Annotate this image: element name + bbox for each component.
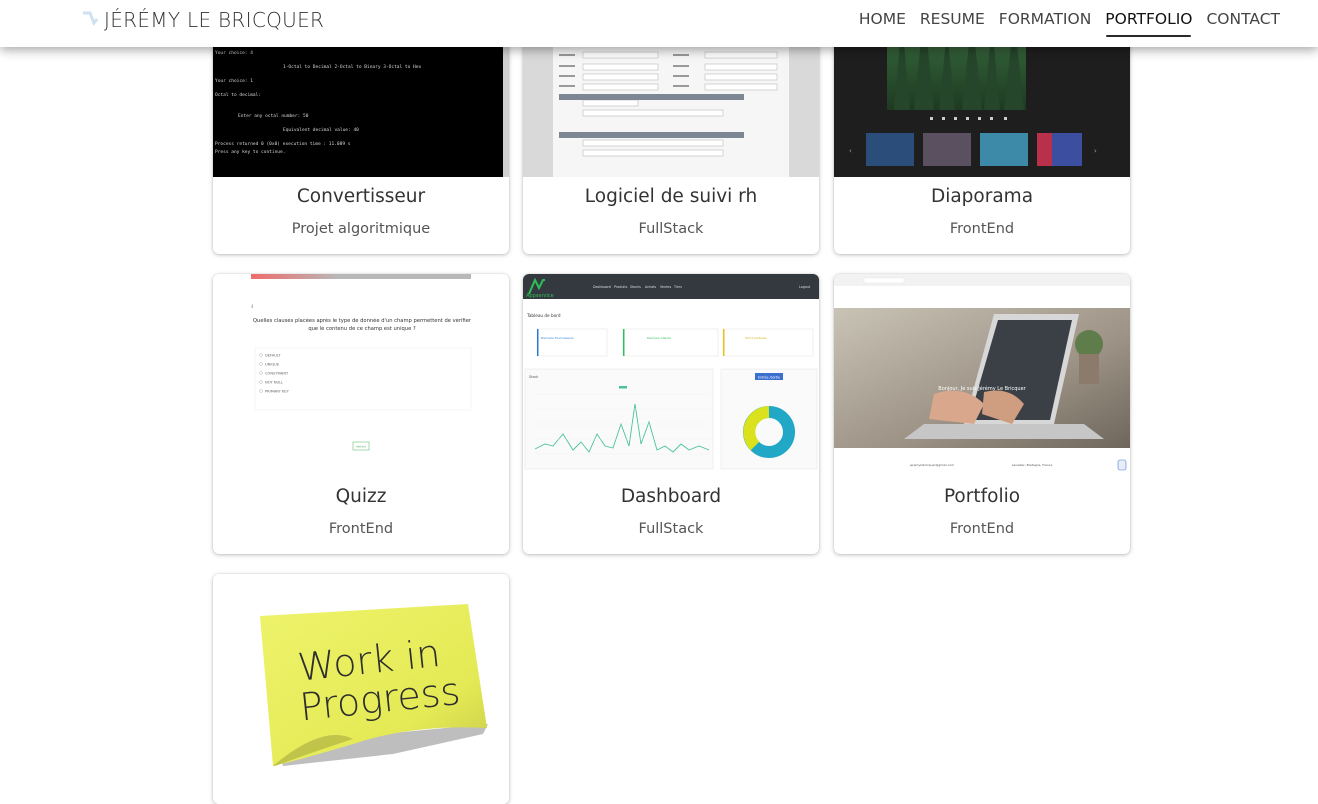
- svg-text:Stock partielle: Stock partielle: [745, 336, 767, 340]
- svg-text:DEFAULT: DEFAULT: [265, 353, 281, 357]
- svg-text:‹: ‹: [849, 147, 852, 155]
- brand-name: JÉRÉMY LE BRICQUER: [104, 8, 325, 32]
- project-category: FullStack: [638, 221, 704, 237]
- project-title: Logiciel de suivi rh: [584, 186, 758, 207]
- svg-text:Stock: Stock: [529, 375, 538, 379]
- project-title: Dashboard: [620, 486, 722, 507]
- project-card-quizz[interactable]: 4 Quelles clauses placées après le type …: [213, 274, 509, 554]
- project-card-dashboard[interactable]: Appservice Dashboard Produits Stocks Ach…: [523, 274, 819, 554]
- project-card-work-in-progress[interactable]: Work in Progress: [213, 574, 509, 804]
- project-category: FullStack: [638, 521, 704, 537]
- project-card-portfolio[interactable]: Bonjour, Je suis Jérémy Le Bricquer jere…: [834, 274, 1130, 554]
- svg-text:›: ›: [1094, 147, 1097, 155]
- svg-text:Octal to decimal:: Octal to decimal:: [215, 92, 261, 98]
- svg-text:Stocks: Stocks: [630, 285, 641, 289]
- project-thumbnail: Work in Progress: [213, 574, 509, 804]
- project-title: Portfolio: [943, 486, 1021, 507]
- main-nav: HOME RESUME FORMATION PORTFOLIO CONTACT: [845, 0, 1280, 40]
- brand-logo-icon: [80, 9, 100, 31]
- svg-text:UNIQUE: UNIQUE: [265, 362, 280, 366]
- project-category: FrontEnd: [949, 221, 1015, 237]
- nav-formation[interactable]: FORMATION: [999, 10, 1092, 30]
- project-title: Quizz: [335, 486, 387, 507]
- svg-text:Produits: Produits: [614, 285, 628, 289]
- svg-text:CONSTRAINT: CONSTRAINT: [265, 371, 289, 375]
- nav-portfolio[interactable]: PORTFOLIO: [1105, 10, 1192, 37]
- project-thumbnail: Bonjour, Je suis Jérémy Le Bricquer jere…: [834, 274, 1130, 474]
- svg-text:Your choice: 1: Your choice: 1: [215, 78, 253, 84]
- svg-text:Achats: Achats: [645, 285, 656, 289]
- svg-text:Appservice: Appservice: [526, 293, 554, 299]
- svg-text:PRIMARY KEY: PRIMARY KEY: [265, 389, 290, 393]
- project-category: Projet algoritmique: [291, 221, 431, 237]
- svg-text:Derniers Clients: Derniers Clients: [647, 336, 671, 340]
- project-title: Diaporama: [930, 186, 1034, 207]
- project-category: FrontEnd: [949, 521, 1015, 537]
- nav-contact[interactable]: CONTACT: [1206, 10, 1280, 30]
- svg-text:Dashboard: Dashboard: [593, 285, 611, 289]
- svg-text:Equivalent decimal value: 40: Equivalent decimal value: 40: [283, 127, 359, 133]
- svg-text:Tableau de bord: Tableau de bord: [526, 313, 561, 318]
- svg-text:Your choice: 4: Your choice: 4: [215, 50, 253, 56]
- navbar: JÉRÉMY LE BRICQUER HOME RESUME FORMATION…: [0, 0, 1318, 47]
- svg-text:Ventes: Ventes: [660, 285, 671, 289]
- svg-text:Derniers Fournisseurs: Derniers Fournisseurs: [541, 336, 574, 340]
- svg-text:jeremylebricquer@gmail.com: jeremylebricquer@gmail.com: [909, 463, 954, 467]
- svg-text:Press any key to continue.: Press any key to continue.: [215, 149, 285, 155]
- svg-text:NOT NULL: NOT NULL: [265, 380, 283, 384]
- svg-text:Enter any octal number: 50: Enter any octal number: 50: [238, 113, 309, 119]
- project-category: FrontEnd: [328, 521, 394, 537]
- nav-resume[interactable]: RESUME: [920, 10, 985, 30]
- svg-text:Tiers: Tiers: [673, 285, 682, 289]
- project-thumbnail: Appservice Dashboard Produits Stocks Ach…: [523, 274, 819, 474]
- brand[interactable]: JÉRÉMY LE BRICQUER: [80, 0, 324, 40]
- svg-text:Logout: Logout: [799, 285, 811, 289]
- svg-text:Valider: Valider: [356, 445, 367, 449]
- nav-home[interactable]: HOME: [859, 10, 906, 30]
- project-title: Convertisseur: [296, 186, 426, 207]
- svg-text:Process returned 0 (0x0) exe: Process returned 0 (0x0) execution time …: [215, 141, 351, 147]
- svg-text:Entrée /Sortie: Entrée /Sortie: [758, 376, 780, 380]
- svg-text:Bonjour, Je suis Jérémy Le Bri: Bonjour, Je suis Jérémy Le Bricquer: [938, 385, 1026, 392]
- svg-text:1-Octal to Decimal 2-Octa: 1-Octal to Decimal 2-Octal to Binary 3-O…: [283, 64, 421, 70]
- svg-text:4: 4: [251, 304, 254, 309]
- project-thumbnail: 4 Quelles clauses placées après le type …: [213, 274, 509, 474]
- svg-text:Lanester, Bretagne, France: Lanester, Bretagne, France: [1012, 463, 1053, 467]
